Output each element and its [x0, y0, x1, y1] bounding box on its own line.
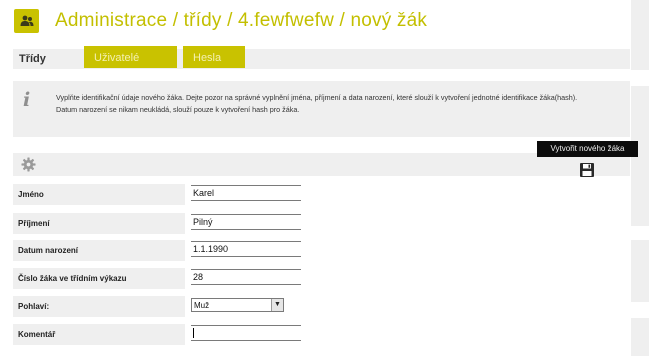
info-line: Datum narození se nikam neukládá, slouží… — [56, 105, 300, 114]
tab-classes[interactable]: Třídy — [13, 49, 83, 69]
class-number-field[interactable]: 28 — [191, 269, 301, 285]
right-side-panel — [631, 0, 649, 356]
info-box: i Vyplňte identifikační údaje nového žák… — [13, 81, 630, 137]
chevron-down-icon[interactable]: ▼ — [271, 299, 283, 311]
form-row-first-name: Jméno Karel — [13, 184, 630, 205]
info-text: Vyplňte identifikační údaje nového žáka.… — [56, 92, 616, 116]
comment-label: Komentář — [13, 324, 185, 345]
page-title: Administrace / třídy / 4.fewfwefw / nový… — [55, 10, 428, 31]
gender-selected-value: Muž — [194, 301, 210, 310]
save-tooltip: Vytvořit nového žáka — [537, 141, 638, 157]
last-name-field[interactable]: Pilný — [191, 214, 301, 230]
tab-passwords[interactable]: Hesla — [183, 46, 245, 68]
info-line: Vyplňte identifikační údaje nového žáka.… — [56, 93, 578, 102]
birth-date-field[interactable]: 1.1.1990 — [191, 241, 301, 257]
side-panel-block — [631, 0, 649, 70]
side-panel-block — [631, 240, 649, 302]
birth-date-label: Datum narození — [13, 240, 185, 261]
form-row-last-name: Příjmení Pilný — [13, 213, 630, 234]
form-row-class-number: Číslo žáka ve třídním výkazu 28 — [13, 268, 630, 289]
gender-label: Pohlaví: — [13, 296, 185, 317]
last-name-label: Příjmení — [13, 213, 185, 234]
side-panel-block — [631, 318, 649, 356]
tab-users[interactable]: Uživatelé — [84, 46, 177, 68]
first-name-label: Jméno — [13, 184, 185, 205]
comment-field[interactable] — [191, 325, 301, 341]
form-row-comment: Komentář — [13, 324, 630, 345]
class-number-label: Číslo žáka ve třídním výkazu — [13, 268, 185, 289]
first-name-field[interactable]: Karel — [191, 185, 301, 201]
text-cursor — [193, 328, 194, 338]
tabs-bar: Třídy Uživatelé Hesla — [13, 46, 630, 69]
info-icon: i — [23, 89, 31, 111]
gender-select[interactable]: Muž ▼ — [191, 298, 284, 312]
gear-icon — [21, 157, 36, 172]
users-icon — [14, 9, 39, 33]
form-row-birth-date: Datum narození 1.1.1990 — [13, 240, 630, 261]
save-icon[interactable] — [579, 162, 595, 178]
form-row-gender: Pohlaví: Muž ▼ — [13, 296, 630, 317]
